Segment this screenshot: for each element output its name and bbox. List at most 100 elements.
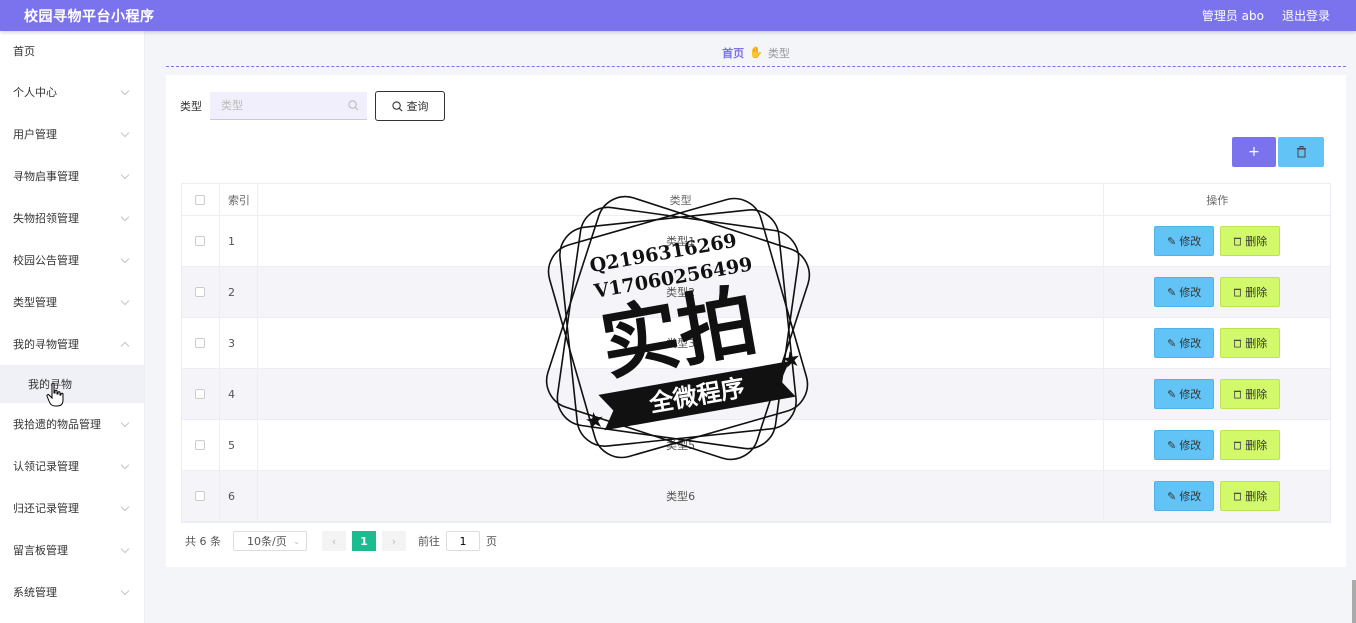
edit-label: 修改 bbox=[1179, 235, 1202, 248]
edit-icon: ✎ bbox=[1167, 438, 1177, 452]
sidebar: 首页 个人中心 用户管理 寻物启事管理 失物招领管理 校园公告管理 类型管理 我… bbox=[0, 31, 145, 623]
sidebar-item-profile[interactable]: 个人中心 bbox=[0, 71, 144, 113]
search-input[interactable] bbox=[221, 99, 341, 112]
edit-button[interactable]: ✎ 修改 bbox=[1154, 430, 1215, 460]
search-icon bbox=[391, 100, 402, 111]
sidebar-item-label: 类型管理 bbox=[13, 296, 57, 309]
sidebar-item-my-search[interactable]: 我的寻物管理 bbox=[0, 323, 144, 365]
sidebar-item-announcements[interactable]: 校园公告管理 bbox=[0, 239, 144, 281]
edit-icon: ✎ bbox=[1167, 489, 1177, 503]
sidebar-item-label: 认领记录管理 bbox=[13, 460, 79, 473]
chevron-down-icon: ⌄ bbox=[293, 536, 300, 546]
edit-button[interactable]: ✎ 修改 bbox=[1154, 277, 1215, 307]
edit-button[interactable]: ✎ 修改 bbox=[1154, 328, 1215, 358]
hand-cursor-icon bbox=[46, 382, 64, 407]
sidebar-item-label: 用户管理 bbox=[13, 128, 57, 141]
delete-button[interactable]: 删除 bbox=[1220, 277, 1281, 307]
goto-page-input[interactable] bbox=[446, 531, 480, 551]
delete-button[interactable]: 删除 bbox=[1220, 328, 1281, 358]
edit-label: 修改 bbox=[1179, 439, 1202, 452]
page-number-current[interactable]: 1 bbox=[352, 531, 376, 551]
chevron-down-icon bbox=[120, 170, 130, 179]
sidebar-item-label: 首页 bbox=[13, 45, 35, 58]
pagination: 共 6 条 10条/页 ⌄ ‹ 1 › 前往 页 bbox=[185, 531, 497, 551]
edit-icon: ✎ bbox=[1167, 387, 1177, 401]
sidebar-item-users[interactable]: 用户管理 bbox=[0, 113, 144, 155]
edit-button[interactable]: ✎ 修改 bbox=[1154, 481, 1215, 511]
actions-cell: ✎ 修改 删除 bbox=[1104, 369, 1330, 419]
sidebar-item-found-items[interactable]: 失物招领管理 bbox=[0, 197, 144, 239]
sidebar-item-types[interactable]: 类型管理 bbox=[0, 281, 144, 323]
sidebar-item-label: 我的寻物管理 bbox=[13, 338, 79, 351]
delete-button[interactable]: 删除 bbox=[1220, 226, 1281, 256]
table-row: 3 类型3 ✎ 修改 删除 bbox=[182, 318, 1330, 369]
prev-page-button[interactable]: ‹ bbox=[322, 531, 346, 551]
row-checkbox[interactable] bbox=[195, 389, 206, 399]
row-checkbox[interactable] bbox=[195, 491, 206, 501]
chevron-down-icon bbox=[120, 544, 130, 553]
header-type: 类型 bbox=[258, 184, 1105, 215]
page-size-select[interactable]: 10条/页 ⌄ bbox=[233, 531, 307, 551]
sidebar-item-messages[interactable]: 留言板管理 bbox=[0, 529, 144, 571]
chevron-down-icon bbox=[120, 128, 130, 137]
actions-cell: ✎ 修改 删除 bbox=[1104, 420, 1330, 470]
type-cell: 类型3 bbox=[258, 318, 1105, 368]
edit-button[interactable]: ✎ 修改 bbox=[1154, 379, 1215, 409]
checkbox-cell bbox=[182, 420, 220, 470]
sidebar-item-claims[interactable]: 认领记录管理 bbox=[0, 445, 144, 487]
sidebar-item-label: 个人中心 bbox=[13, 86, 57, 99]
delete-label: 删除 bbox=[1245, 388, 1268, 401]
breadcrumb-home[interactable]: 首页 bbox=[722, 45, 744, 61]
sidebar-item-label: 校园公告管理 bbox=[13, 254, 79, 267]
checkbox-cell bbox=[182, 216, 220, 266]
trash-icon bbox=[1234, 339, 1242, 348]
chevron-down-icon bbox=[120, 502, 130, 511]
search-label: 类型 bbox=[180, 100, 202, 113]
search-box bbox=[210, 92, 367, 120]
checkbox-cell bbox=[182, 369, 220, 419]
table-header-row: 索引 类型 操作 bbox=[182, 184, 1330, 216]
row-checkbox[interactable] bbox=[195, 287, 206, 297]
hand-icon: ✋ bbox=[749, 46, 763, 59]
checkbox-cell bbox=[182, 471, 220, 521]
row-checkbox[interactable] bbox=[195, 236, 206, 246]
edit-button[interactable]: ✎ 修改 bbox=[1154, 226, 1215, 256]
sidebar-item-returns[interactable]: 归还记录管理 bbox=[0, 487, 144, 529]
edit-icon: ✎ bbox=[1167, 234, 1177, 248]
index-cell: 5 bbox=[220, 420, 258, 470]
table-row: 6 类型6 ✎ 修改 删除 bbox=[182, 471, 1330, 522]
row-checkbox[interactable] bbox=[195, 440, 206, 450]
query-button[interactable]: 查询 bbox=[375, 91, 445, 121]
logout-link[interactable]: 退出登录 bbox=[1282, 7, 1330, 24]
index-cell: 6 bbox=[220, 471, 258, 521]
delete-button[interactable]: 删除 bbox=[1220, 481, 1281, 511]
total-count: 共 6 条 bbox=[185, 535, 221, 548]
chevron-down-icon bbox=[120, 586, 130, 595]
row-checkbox[interactable] bbox=[195, 338, 206, 348]
header-index: 索引 bbox=[220, 184, 258, 215]
sidebar-item-system[interactable]: 系统管理 bbox=[0, 571, 144, 613]
sidebar-subitem-my-search[interactable]: 我的寻物 bbox=[0, 365, 144, 403]
batch-delete-button[interactable] bbox=[1278, 137, 1324, 167]
edit-icon: ✎ bbox=[1167, 285, 1177, 299]
delete-button[interactable]: 删除 bbox=[1220, 379, 1281, 409]
trash-icon bbox=[1234, 288, 1242, 297]
sidebar-item-label: 系统管理 bbox=[13, 586, 57, 599]
sidebar-item-home[interactable]: 首页 bbox=[0, 31, 144, 71]
delete-button[interactable]: 删除 bbox=[1220, 430, 1281, 460]
actions-cell: ✎ 修改 删除 bbox=[1104, 216, 1330, 266]
index-cell: 4 bbox=[220, 369, 258, 419]
sidebar-item-lost-notice[interactable]: 寻物启事管理 bbox=[0, 155, 144, 197]
admin-name[interactable]: 管理员 abo bbox=[1202, 7, 1264, 24]
scrollbar[interactable] bbox=[1352, 580, 1356, 623]
actions-cell: ✎ 修改 删除 bbox=[1104, 267, 1330, 317]
sidebar-item-label: 失物招领管理 bbox=[13, 212, 79, 225]
query-button-label: 查询 bbox=[406, 100, 429, 113]
actions-cell: ✎ 修改 删除 bbox=[1104, 471, 1330, 521]
next-page-button[interactable]: › bbox=[382, 531, 406, 551]
add-button[interactable]: + bbox=[1232, 137, 1276, 167]
sidebar-item-my-found[interactable]: 我拾遗的物品管理 bbox=[0, 403, 144, 445]
trash-icon bbox=[1234, 390, 1242, 399]
delete-label: 删除 bbox=[1245, 235, 1268, 248]
select-all-checkbox[interactable] bbox=[195, 194, 206, 205]
